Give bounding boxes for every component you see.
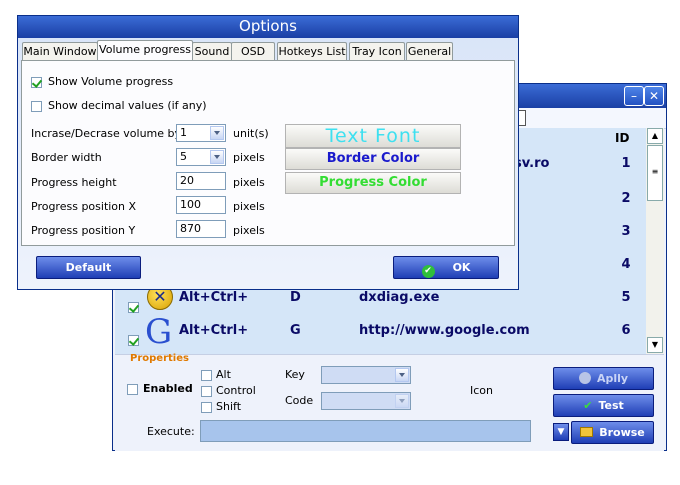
increase-by-label: Incrase/Decrase volume by: [31, 127, 182, 140]
ok-label: OK: [452, 261, 471, 274]
list-scrollbar[interactable]: ▲ ≡ ▼: [646, 128, 664, 354]
scroll-down-button[interactable]: ▼: [647, 337, 663, 353]
column-header-id-label: ID: [615, 131, 630, 145]
position-x-label: Progress position X: [31, 200, 137, 213]
row-id: 1: [621, 156, 631, 171]
control-checkbox[interactable]: [201, 386, 212, 397]
position-y-input[interactable]: 870: [176, 220, 226, 238]
row-id: 4: [621, 257, 631, 272]
row-key: D: [290, 290, 301, 305]
border-width-dropdown[interactable]: 5: [176, 148, 226, 166]
tab-hotkeys-list[interactable]: Hotkeys List: [277, 42, 347, 60]
alt-checkbox[interactable]: [201, 370, 212, 381]
border-width-unit: pixels: [233, 151, 265, 164]
tab-sound[interactable]: Sound: [192, 42, 232, 60]
show-decimal-label: Show decimal values (if any): [48, 99, 207, 112]
execute-label: Execute:: [147, 425, 195, 438]
close-button[interactable]: ✕: [644, 86, 664, 106]
tab-general[interactable]: General: [406, 42, 453, 60]
show-volume-progress-checkbox[interactable]: [31, 77, 42, 88]
tab-tray-icon[interactable]: Tray Icon: [349, 42, 405, 60]
default-button[interactable]: Default: [36, 256, 141, 279]
position-y-label: Progress position Y: [31, 224, 136, 237]
row-key: G: [290, 323, 301, 338]
icon-label: Icon: [470, 384, 493, 397]
row-hotkey: Alt+Ctrl+: [179, 290, 249, 305]
key-label: Key: [285, 368, 305, 381]
tab-main-window[interactable]: Main Window: [22, 42, 98, 60]
scroll-up-button[interactable]: ▲: [647, 128, 663, 144]
border-width-label: Border width: [31, 151, 102, 164]
test-button[interactable]: ✔ Test: [553, 394, 654, 417]
tab-strip: Main Window Volume progress Sound OSD Ho…: [22, 40, 462, 60]
progress-height-label: Progress height: [31, 176, 117, 189]
position-x-unit: pixels: [233, 200, 265, 213]
code-dropdown[interactable]: [321, 392, 411, 410]
increase-by-unit: unit(s): [233, 127, 269, 140]
test-icon: ✔: [583, 399, 593, 412]
row-command: sv.ro: [514, 156, 550, 171]
text-font-button[interactable]: Text Font: [285, 124, 461, 148]
increase-by-dropdown[interactable]: 1: [176, 124, 226, 142]
increase-by-value: 1: [180, 126, 187, 139]
alt-label: Alt: [216, 368, 231, 381]
key-dropdown[interactable]: [321, 366, 411, 384]
options-title: Options: [239, 17, 297, 35]
browse-label: Browse: [599, 426, 645, 439]
shift-checkbox[interactable]: [201, 402, 212, 413]
scroll-thumb[interactable]: ≡: [647, 145, 663, 201]
shift-label: Shift: [216, 400, 242, 413]
show-decimal-checkbox[interactable]: [31, 101, 42, 112]
ok-button[interactable]: ✔ OK: [393, 256, 499, 279]
row-command: dxdiag.exe: [359, 290, 440, 305]
position-x-input[interactable]: 100: [176, 196, 226, 214]
ok-check-icon: ✔: [421, 265, 435, 278]
test-label: Test: [598, 399, 624, 412]
border-color-button[interactable]: Border Color: [285, 148, 461, 170]
show-volume-progress-label: Show Volume progress: [48, 75, 174, 88]
row-checkbox[interactable]: [128, 302, 139, 313]
folder-icon: [580, 427, 594, 437]
tab-osd[interactable]: OSD: [231, 42, 275, 60]
row-id: 6: [621, 323, 631, 338]
row-checkbox[interactable]: [128, 335, 139, 346]
apply-label: Aplly: [596, 372, 629, 385]
enabled-label: Enabled: [143, 382, 193, 395]
border-width-value: 5: [180, 150, 187, 163]
row-hotkey: Alt+Ctrl+: [179, 323, 249, 338]
apply-button[interactable]: Aplly: [553, 367, 654, 390]
row-id: 5: [621, 290, 631, 305]
google-icon: G: [145, 312, 173, 352]
check-icon: [578, 372, 591, 384]
row-id: 3: [621, 224, 631, 239]
position-y-unit: pixels: [233, 224, 265, 237]
tab-volume-progress[interactable]: Volume progress: [97, 40, 193, 60]
progress-height-input[interactable]: 20: [176, 172, 226, 190]
progress-color-button[interactable]: Progress Color: [285, 172, 461, 194]
minimize-button[interactable]: –: [624, 86, 644, 106]
browse-button[interactable]: Browse: [571, 421, 654, 444]
progress-height-unit: pixels: [233, 176, 265, 189]
properties-title: Properties: [130, 353, 189, 364]
enabled-checkbox[interactable]: [127, 384, 138, 395]
execute-input[interactable]: [200, 420, 531, 442]
control-label: Control: [216, 384, 256, 397]
row-command: http://www.google.com: [359, 323, 530, 338]
row-id: 2: [621, 191, 631, 206]
execute-dropdown-button[interactable]: ▼: [553, 423, 569, 441]
code-label: Code: [285, 394, 314, 407]
